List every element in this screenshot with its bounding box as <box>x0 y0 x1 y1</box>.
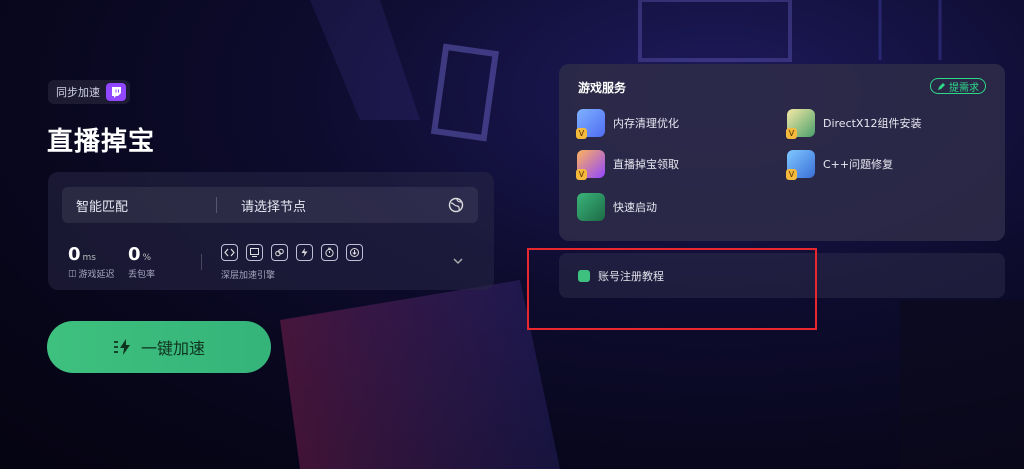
game-services-card: 游戏服务 提需求 V 内存清理优化 V DirectX12组件安装 V 直播掉宝… <box>559 64 1005 241</box>
accelerate-bolt-icon <box>113 339 130 355</box>
pencil-icon <box>938 82 945 90</box>
account-tutorial-link[interactable]: 账号注册教程 <box>559 253 1005 298</box>
game-title: 直播掉宝 <box>47 127 156 157</box>
code-icon[interactable] <box>221 244 238 261</box>
memory-clean-icon: V <box>576 109 605 139</box>
service-item-stream-drops[interactable]: V 直播掉宝领取 <box>576 150 679 180</box>
service-item-memory[interactable]: V 内存清理优化 <box>576 109 679 139</box>
one-click-accelerate-button[interactable]: 一键加速 <box>47 321 271 373</box>
service-label: DirectX12组件安装 <box>823 117 922 130</box>
service-item-directx[interactable]: V DirectX12组件安装 <box>786 109 922 139</box>
request-button[interactable]: 提需求 <box>930 78 986 94</box>
link-icon[interactable] <box>271 244 288 261</box>
directx-icon: V <box>786 109 815 139</box>
latency-icon: ◫ <box>68 268 77 279</box>
globe-icon[interactable] <box>448 197 464 213</box>
loss-unit: % <box>142 253 152 263</box>
accelerate-label: 一键加速 <box>140 339 205 358</box>
match-mode-label[interactable]: 智能匹配 <box>62 196 216 215</box>
accel-panel: 智能匹配 请选择节点 0 ms ◫ 游戏延迟 0% 丢包率 深层加速引擎 <box>48 172 494 290</box>
stream-drops-icon: V <box>576 150 605 180</box>
service-label: C++问题修复 <box>823 158 894 171</box>
latency-unit: ms <box>82 253 96 263</box>
service-label: 直播掉宝领取 <box>613 158 679 171</box>
loss-label: 丢包率 <box>128 270 156 280</box>
twitch-icon <box>106 83 126 101</box>
engine-icons <box>221 244 363 261</box>
bolt-icon[interactable] <box>296 244 313 261</box>
request-label: 提需求 <box>949 82 979 94</box>
download-icon[interactable] <box>346 244 363 261</box>
monitor-icon[interactable] <box>246 244 263 261</box>
quick-launch-icon <box>577 193 605 221</box>
timer-icon[interactable] <box>321 244 338 261</box>
latency-label: 游戏延迟 <box>78 270 115 280</box>
node-selector[interactable]: 智能匹配 请选择节点 <box>62 187 478 223</box>
tutorial-label: 账号注册教程 <box>598 269 664 283</box>
sync-accel-tag[interactable]: 同步加速 <box>48 80 130 104</box>
loss-value: 0 <box>128 244 141 265</box>
services-title: 游戏服务 <box>578 81 627 95</box>
chevron-down-icon[interactable] <box>452 256 464 266</box>
engine-label: 深层加速引擎 <box>221 271 276 281</box>
cpp-repair-icon: V <box>786 150 815 180</box>
service-label: 内存清理优化 <box>613 117 679 130</box>
latency-stat: 0 ms ◫ 游戏延迟 <box>68 244 115 280</box>
node-select-label[interactable]: 请选择节点 <box>241 196 448 215</box>
service-item-quick-launch[interactable]: 快速启动 <box>577 193 657 221</box>
latency-value: 0 <box>68 244 81 265</box>
loss-stat: 0% 丢包率 <box>128 244 155 280</box>
sync-tag-label: 同步加速 <box>56 86 100 99</box>
stats-divider <box>201 254 202 270</box>
selector-divider <box>216 197 217 213</box>
service-item-cpp[interactable]: V C++问题修复 <box>786 150 894 180</box>
external-link-icon <box>578 269 590 282</box>
service-label: 快速启动 <box>613 201 657 214</box>
